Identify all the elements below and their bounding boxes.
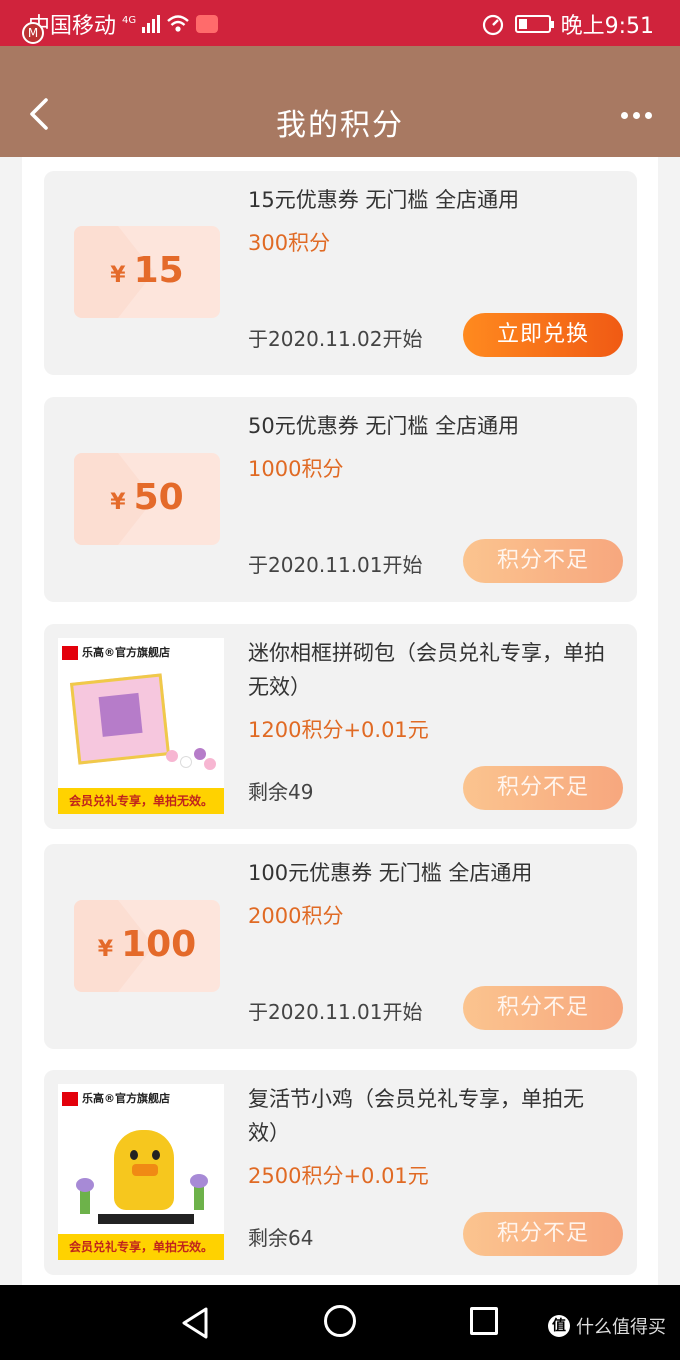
remaining-stock: 剩余49 <box>248 780 314 804</box>
product-image: 乐高®官方旗舰店 会员兑礼专享，单拍无效。 <box>58 1084 224 1260</box>
system-recent-apps-icon[interactable] <box>470 1307 498 1335</box>
coupon-amount: 50 <box>133 477 184 518</box>
reward-start-date: 于2020.11.01开始 <box>248 553 423 577</box>
member-exclusive-banner: 会员兑礼专享，单拍无效。 <box>58 1234 224 1260</box>
network-label: 4G <box>122 14 137 26</box>
coupon-thumbnail: ¥50 <box>74 453 220 545</box>
reward-title: 50元优惠券 无门槛 全店通用 <box>248 414 520 438</box>
remaining-stock: 剩余64 <box>248 1226 314 1250</box>
reward-card: ¥50 50元优惠券 无门槛 全店通用 1000积分 于2020.11.01开始… <box>44 397 637 602</box>
insufficient-points-button[interactable]: 积分不足 <box>463 539 623 583</box>
reward-points: 300积分 <box>248 231 331 255</box>
currency-symbol: ¥ <box>110 263 126 288</box>
insufficient-points-button[interactable]: 积分不足 <box>463 1212 623 1256</box>
reward-points: 2500积分+0.01元 <box>248 1164 429 1188</box>
reward-title: 迷你相框拼砌包（会员兑礼专享，单拍无效） <box>248 641 605 699</box>
watermark-text: 什么值得买 <box>576 1317 666 1338</box>
store-name: 乐高®官方旗舰店 <box>82 1092 170 1105</box>
watermark-logo-icon: 值 <box>548 1315 570 1337</box>
coupon-amount: 15 <box>133 250 184 291</box>
wifi-icon <box>167 15 189 32</box>
app-header: 我的积分 <box>0 46 680 157</box>
signal-icon <box>142 15 161 33</box>
reward-card: ¥100 100元优惠券 无门槛 全店通用 2000积分 于2020.11.01… <box>44 844 637 1049</box>
reward-title: 100元优惠券 无门槛 全店通用 <box>248 861 533 885</box>
lego-logo-icon <box>62 646 78 660</box>
currency-symbol: ¥ <box>97 937 114 962</box>
rewards-list: ¥15 15元优惠券 无门槛 全店通用 300积分 于2020.11.02开始 … <box>22 157 658 1285</box>
speed-meter-icon <box>482 14 503 36</box>
reward-card: ¥15 15元优惠券 无门槛 全店通用 300积分 于2020.11.02开始 … <box>44 171 637 375</box>
system-back-icon[interactable] <box>178 1305 212 1341</box>
reward-title: 复活节小鸡（会员兑礼专享，单拍无效） <box>248 1087 584 1145</box>
clock-time: 晚上9:51 <box>560 14 654 39</box>
reward-card: 乐高®官方旗舰店 会员兑礼专享，单拍无效。 复活节小鸡（会员兑礼专享，单拍无效）… <box>44 1070 637 1275</box>
currency-symbol: ¥ <box>110 490 126 515</box>
notification-app-icon <box>196 15 219 33</box>
system-navigation-bar: 值 什么值得买 <box>0 1285 680 1360</box>
reward-points: 1200积分+0.01元 <box>248 718 429 742</box>
coupon-thumbnail: ¥100 <box>74 900 220 992</box>
status-left: 中国移动 4G <box>28 8 219 40</box>
picture-frame-icon <box>69 673 171 765</box>
product-image: 乐高®官方旗舰店 会员兑礼专享，单拍无效。 <box>58 638 224 814</box>
reward-title: 15元优惠券 无门槛 全店通用 <box>248 188 520 212</box>
status-right: 晚上9:51 <box>481 8 654 40</box>
lego-logo-icon <box>62 1092 78 1106</box>
page-title: 我的积分 <box>276 108 404 143</box>
reward-start-date: 于2020.11.02开始 <box>248 327 423 351</box>
coupon-thumbnail: ¥15 <box>74 226 220 318</box>
reward-points: 2000积分 <box>248 904 344 928</box>
member-exclusive-banner: 会员兑礼专享，单拍无效。 <box>58 788 224 814</box>
redeem-button[interactable]: 立即兑换 <box>463 313 623 357</box>
coupon-amount: 100 <box>121 924 197 965</box>
launcher-logo-icon: M <box>22 22 44 44</box>
battery-icon <box>514 15 554 33</box>
reward-start-date: 于2020.11.01开始 <box>248 1000 423 1024</box>
reward-points: 1000积分 <box>248 457 344 481</box>
system-home-icon[interactable] <box>324 1305 356 1337</box>
insufficient-points-button[interactable]: 积分不足 <box>463 766 623 810</box>
store-name: 乐高®官方旗舰店 <box>82 646 170 659</box>
status-bar: 中国移动 4G M 晚上9:51 <box>0 0 680 46</box>
more-options-icon[interactable] <box>621 112 652 119</box>
reward-card: 乐高®官方旗舰店 会员兑礼专享，单拍无效。 迷你相框拼砌包（会员兑礼专享，单拍无… <box>44 624 637 829</box>
insufficient-points-button[interactable]: 积分不足 <box>463 986 623 1030</box>
watermark: 值 什么值得买 <box>548 1313 666 1339</box>
